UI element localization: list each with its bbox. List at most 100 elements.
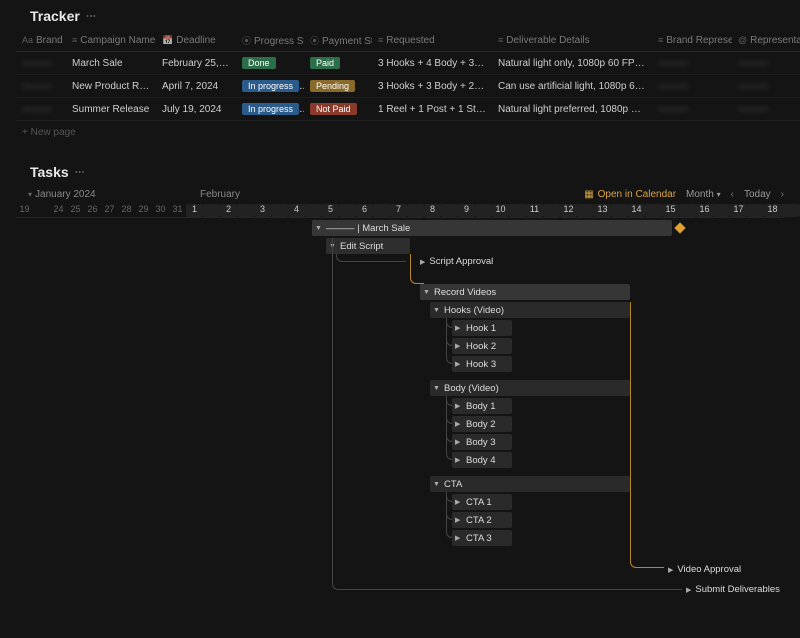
timeline-day[interactable]	[33, 204, 50, 217]
view-selector[interactable]: Month ▾	[686, 189, 721, 200]
timeline-day[interactable]: 8	[424, 204, 441, 217]
cell-rep[interactable]: ———	[652, 52, 732, 75]
tasks-menu-icon[interactable]: ⋯	[75, 167, 85, 178]
timeline-day[interactable]: 7	[390, 204, 407, 217]
column-header[interactable]: ≡Campaign Name	[66, 30, 156, 52]
timeline-day[interactable]: 3	[254, 204, 271, 217]
timeline-day[interactable]: 11	[526, 204, 543, 217]
cell-requested[interactable]: 3 Hooks + 3 Body + 2 CTA	[372, 75, 492, 98]
timeline-day[interactable]	[407, 204, 424, 217]
cell-deadline[interactable]: April 7, 2024	[156, 75, 236, 98]
timeline-day[interactable]: 28	[118, 204, 135, 217]
timeline-day[interactable]: 16	[696, 204, 713, 217]
cell-deadline[interactable]: February 25, 2024	[156, 52, 236, 75]
timeline-day[interactable]: 31	[169, 204, 186, 217]
column-header[interactable]: ≡Brand Representative	[652, 30, 732, 52]
timeline-day[interactable]	[509, 204, 526, 217]
cell-progress[interactable]: In progress	[236, 75, 304, 98]
milestone-icon[interactable]	[674, 222, 685, 233]
timeline-day[interactable]: 15	[662, 204, 679, 217]
timeline-day[interactable]: 29	[135, 204, 152, 217]
timeline-day[interactable]: 19	[16, 204, 33, 217]
table-row[interactable]: ———Summer ReleaseJuly 19, 2024In progres…	[16, 98, 800, 121]
month-label-jan[interactable]: ▾ January 2024	[28, 189, 96, 200]
column-header[interactable]: @Representative Email	[732, 30, 800, 52]
timeline-day[interactable]: 1	[186, 204, 203, 217]
timeline-day[interactable]	[747, 204, 764, 217]
timeline-day[interactable]	[475, 204, 492, 217]
gantt-item-submit[interactable]: Submit Deliverables	[686, 584, 780, 595]
timeline-day[interactable]: 25	[67, 204, 84, 217]
cell-email[interactable]: ———	[732, 52, 800, 75]
timeline-next-button[interactable]: ›	[781, 189, 784, 200]
timeline-day[interactable]: 17	[730, 204, 747, 217]
cell-payment[interactable]: Pending	[304, 75, 372, 98]
table-row[interactable]: ———New Product ReviewApril 7, 2024In pro…	[16, 75, 800, 98]
cell-payment[interactable]: Paid	[304, 52, 372, 75]
timeline-day[interactable]	[271, 204, 288, 217]
timeline-day[interactable]: 10	[492, 204, 509, 217]
timeline-day[interactable]	[237, 204, 254, 217]
timeline-day[interactable]: 13	[594, 204, 611, 217]
cell-rep[interactable]: ———	[652, 75, 732, 98]
timeline-day[interactable]: 5	[322, 204, 339, 217]
timeline-day[interactable]: 9	[458, 204, 475, 217]
cell-campaign[interactable]: New Product Review	[66, 75, 156, 98]
open-in-calendar-button[interactable]: ▦ Open in Calendar	[584, 189, 676, 200]
column-header[interactable]: ⦿Progress Status	[236, 30, 304, 52]
timeline-day[interactable]: 4	[288, 204, 305, 217]
timeline-day[interactable]	[441, 204, 458, 217]
column-header[interactable]: ≡Requested	[372, 30, 492, 52]
timeline-day[interactable]: 6	[356, 204, 373, 217]
timeline-day[interactable]: 12	[560, 204, 577, 217]
cell-brand[interactable]: ———	[16, 52, 66, 75]
timeline-day[interactable]	[781, 204, 798, 217]
cell-payment[interactable]: Not Paid	[304, 98, 372, 121]
column-header[interactable]: AaBrand	[16, 30, 66, 52]
timeline-day[interactable]: 2	[220, 204, 237, 217]
timeline-day[interactable]	[645, 204, 662, 217]
new-page-button[interactable]: + New page	[16, 121, 784, 138]
cell-details[interactable]: Natural light only, 1080p 60 FPS, no HDR	[492, 52, 652, 75]
cell-campaign[interactable]: Summer Release	[66, 98, 156, 121]
cell-brand[interactable]: ———	[16, 98, 66, 121]
timeline-day[interactable]	[305, 204, 322, 217]
cell-details[interactable]: Can use artificial light, 1080p 60 FPS	[492, 75, 652, 98]
timeline-prev-button[interactable]: ‹	[731, 189, 734, 200]
column-header[interactable]: ⦿Payment Status	[304, 30, 372, 52]
column-header[interactable]: ≡Deliverable Details	[492, 30, 652, 52]
timeline-day[interactable]	[577, 204, 594, 217]
cell-progress[interactable]: In progress	[236, 98, 304, 121]
cell-requested[interactable]: 3 Hooks + 4 Body + 3 CTA	[372, 52, 492, 75]
cell-email[interactable]: ———	[732, 75, 800, 98]
column-header[interactable]: 📅Deadline	[156, 30, 236, 52]
cell-email[interactable]: ———	[732, 98, 800, 121]
timeline-day[interactable]: 14	[628, 204, 645, 217]
tracker-menu-icon[interactable]: ⋯	[86, 11, 96, 22]
timeline-day[interactable]: 27	[101, 204, 118, 217]
cell-brand[interactable]: ———	[16, 75, 66, 98]
timeline-day[interactable]	[679, 204, 696, 217]
cell-deadline[interactable]: July 19, 2024	[156, 98, 236, 121]
gantt-bar-root[interactable]: ——— | March Sale	[312, 220, 672, 236]
cell-progress[interactable]: Done	[236, 52, 304, 75]
timeline-day[interactable]	[713, 204, 730, 217]
cell-campaign[interactable]: March Sale	[66, 52, 156, 75]
timeline-day[interactable]: 30	[152, 204, 169, 217]
timeline-day[interactable]	[339, 204, 356, 217]
cell-details[interactable]: Natural light preferred, 1080p 60 FPS, n…	[492, 98, 652, 121]
timeline-day[interactable]: 24	[50, 204, 67, 217]
today-button[interactable]: Today	[744, 189, 771, 200]
disclosure-icon[interactable]	[315, 225, 322, 232]
cell-rep[interactable]: ———	[652, 98, 732, 121]
timeline-day[interactable]	[543, 204, 560, 217]
chevron-right-icon	[686, 584, 691, 595]
timeline-day[interactable]	[203, 204, 220, 217]
timeline-day[interactable]: 26	[84, 204, 101, 217]
table-row[interactable]: ———March SaleFebruary 25, 2024DonePaid3 …	[16, 52, 800, 75]
cell-requested[interactable]: 1 Reel + 1 Post + 1 Story | 1 TikTok	[372, 98, 492, 121]
timeline-day[interactable]	[611, 204, 628, 217]
calendar-icon: ▦	[584, 189, 593, 200]
timeline-day[interactable]: 18	[764, 204, 781, 217]
timeline-day[interactable]	[373, 204, 390, 217]
